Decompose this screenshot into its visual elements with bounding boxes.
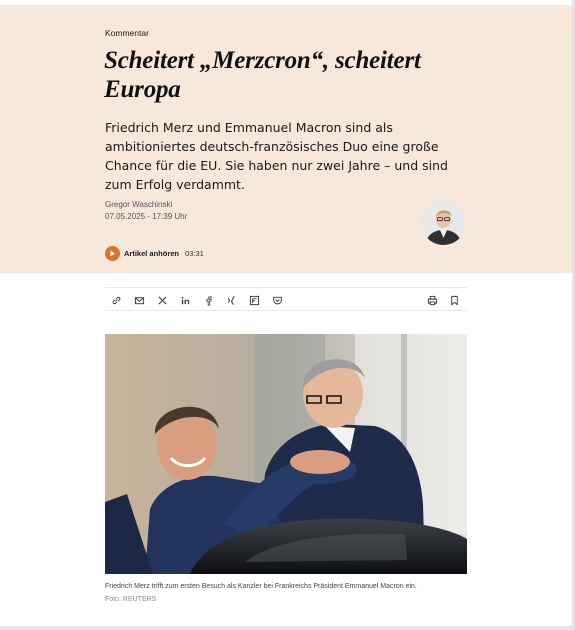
share-toolbar <box>105 287 467 311</box>
xing-icon[interactable] <box>224 293 238 307</box>
article-headline: Scheitert „Merzcron“, scheitert Europa <box>104 46 464 104</box>
article-photo[interactable] <box>105 334 467 574</box>
author-name[interactable]: Gregor Waschinski <box>105 200 172 209</box>
flipboard-icon[interactable] <box>247 293 261 307</box>
photo-caption: Friedrich Merz trifft zum ersten Besuch … <box>105 583 417 590</box>
listen-label: Artikel anhören <box>124 248 180 258</box>
print-icon[interactable] <box>425 293 439 307</box>
link-icon[interactable] <box>109 293 123 307</box>
headline-line-1: Scheitert „Merzcron“, scheitert <box>104 47 421 74</box>
bookmark-icon[interactable] <box>447 293 461 307</box>
audio-duration: 03:31 <box>185 248 204 258</box>
publish-date: 07.05.2025 - 17:39 Uhr <box>105 212 188 221</box>
author-avatar[interactable] <box>421 200 466 245</box>
facebook-icon[interactable] <box>201 293 215 307</box>
x-icon[interactable] <box>155 293 169 307</box>
listen-to-article-button[interactable]: Artikel anhören 03:31 <box>105 245 204 261</box>
headline-line-2: Europa <box>104 76 181 103</box>
article-kicker: Kommentar <box>105 28 149 38</box>
article-teaser: Friedrich Merz und Emmanuel Macron sind … <box>105 120 448 192</box>
mail-icon[interactable] <box>132 293 146 307</box>
window-bottom-edge <box>0 626 575 630</box>
photo-credit: Foto: REUTERS <box>105 596 157 603</box>
linkedin-icon[interactable] <box>178 293 192 307</box>
play-icon <box>105 245 120 261</box>
pocket-icon[interactable] <box>270 293 284 307</box>
